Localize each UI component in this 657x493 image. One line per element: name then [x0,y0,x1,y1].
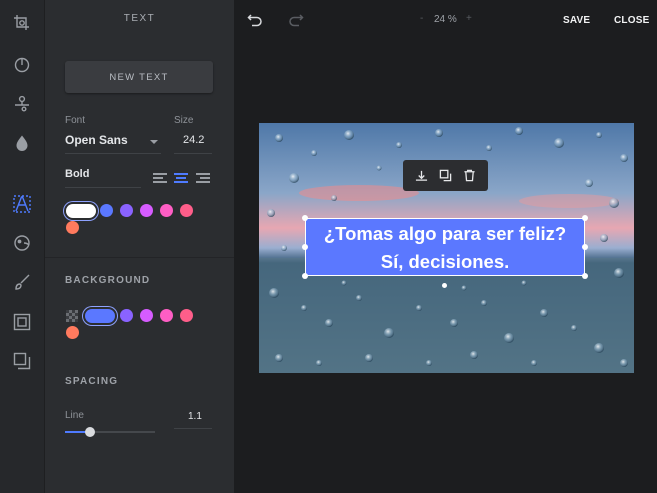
background-title: BACKGROUND [65,275,151,286]
align-bottom-icon[interactable] [413,168,429,184]
background-color-violet[interactable] [120,309,133,322]
align-left-icon[interactable] [153,172,167,184]
text-panel: TEXT NEW TEXT Font Size Open Sans 24.2 B… [45,0,234,493]
overlay-icon[interactable] [12,351,32,371]
frame-icon[interactable] [12,312,32,332]
close-button[interactable]: CLOSE [614,15,649,26]
background-color-purple[interactable] [140,309,153,322]
resize-handle-right[interactable] [582,244,588,250]
text-color-pink[interactable] [160,204,173,217]
align-center-icon[interactable] [174,172,188,184]
background-color-transparent[interactable] [66,310,78,322]
line-spacing-input[interactable]: 1.1 [188,411,202,422]
background-color-rose[interactable] [180,309,193,322]
text-line-2: Sí, decisiones. [380,251,510,272]
zoom-level: 24 % [434,14,457,25]
brush-icon[interactable] [12,272,32,292]
resize-handle-top-left[interactable] [302,215,308,221]
tool-rail [0,0,45,493]
panel-title: TEXT [123,13,156,24]
resize-handle-left[interactable] [302,244,308,250]
text-line-1: ¿Tomas algo para ser feliz? [323,223,567,244]
delete-icon[interactable] [462,168,478,184]
background-color-blue[interactable] [85,309,115,323]
text-color-white[interactable] [66,204,96,218]
spacing-title: SPACING [65,376,119,387]
weight-underline [65,187,141,188]
chevron-down-icon[interactable] [150,140,158,144]
section-divider [45,257,234,258]
zoom-in-button[interactable]: + [466,13,472,24]
align-right-icon[interactable] [196,172,210,184]
weight-select[interactable]: Bold [65,168,89,180]
text-toolbar [403,160,488,191]
resize-handle-top-right[interactable] [582,215,588,221]
size-label: Size [174,115,194,126]
text-color-purple[interactable] [140,204,153,217]
adjust-icon[interactable] [12,93,32,113]
font-select[interactable]: Open Sans [65,133,128,147]
crop-icon[interactable] [12,13,32,33]
text-color-orange[interactable] [66,221,79,234]
line-spacing-slider-thumb[interactable] [85,427,95,437]
image-canvas[interactable]: ¿Tomas algo para ser feliz? Sí, decision… [259,123,634,373]
line-label: Line [65,410,84,421]
text-color-rose[interactable] [180,204,193,217]
font-underline [65,153,161,154]
background-color-pink[interactable] [160,309,173,322]
move-handle[interactable] [442,283,447,288]
filters-icon[interactable] [12,54,32,74]
save-button[interactable]: SAVE [563,15,590,26]
resize-handle-bottom-right[interactable] [582,273,588,279]
text-color-blue[interactable] [100,204,113,217]
text-icon[interactable] [12,194,32,214]
bring-to-front-icon[interactable] [437,168,453,184]
text-layer[interactable]: ¿Tomas algo para ser feliz? Sí, decision… [305,218,585,276]
font-label: Font [65,115,86,126]
new-text-button[interactable]: NEW TEXT [65,61,213,93]
size-underline [174,153,212,154]
line-value-underline [174,428,212,429]
stickers-icon[interactable] [12,233,32,253]
focus-icon[interactable] [12,133,32,153]
background-color-orange[interactable] [66,326,79,339]
zoom-out-button[interactable]: - [420,13,423,24]
resize-handle-bottom-left[interactable] [302,273,308,279]
text-color-violet[interactable] [120,204,133,217]
size-input[interactable]: 24.2 [183,134,204,146]
undo-icon[interactable] [247,12,263,28]
redo-icon[interactable] [288,12,304,28]
